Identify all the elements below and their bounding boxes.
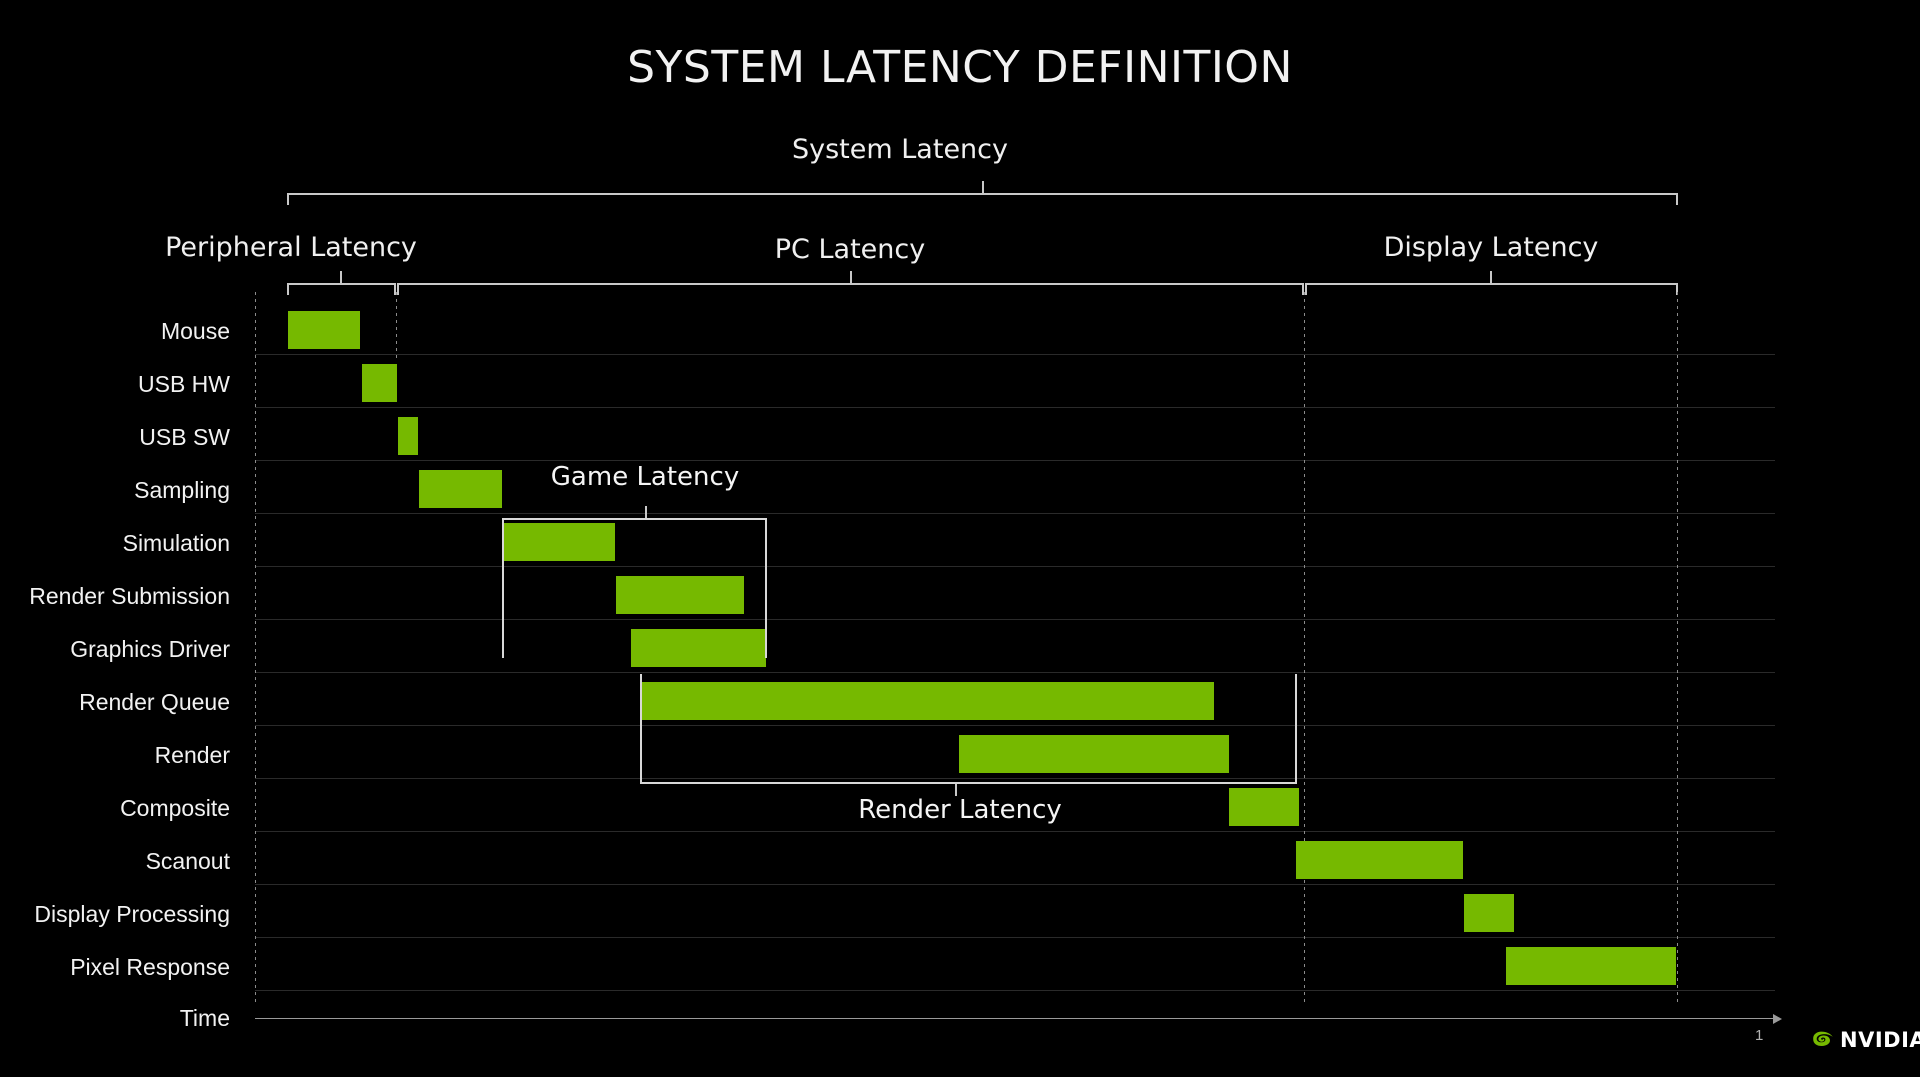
bar-mouse [288,311,360,349]
nvidia-logo: NVIDIA [1812,1028,1920,1052]
row-label-render-queue: Render Queue [79,689,230,715]
gridline [255,672,1775,673]
group-label-peripheral-latency: Peripheral Latency [165,232,417,263]
group-label-system-latency: System Latency [792,134,1008,165]
gridline [255,513,1775,514]
row-label-display-processing: Display Processing [34,901,230,927]
gridline [255,990,1775,991]
row-label-usb-sw: USB SW [139,424,230,450]
vgrid-peripheral-pc-boundary [396,292,397,360]
gridline [255,460,1775,461]
page-number: 1 [1755,1027,1764,1044]
gridline [255,407,1775,408]
row-label-scanout: Scanout [145,848,230,874]
time-axis-arrow [1773,1014,1782,1024]
vgrid-chart-start [255,292,256,1002]
nvidia-wordmark: NVIDIA [1840,1028,1920,1052]
bracket-pc-latency [397,283,1304,295]
row-label-time: Time [179,1005,230,1031]
nvidia-eye-icon [1812,1030,1834,1051]
row-label-render-submission: Render Submission [29,583,230,609]
bar-scanout [1296,841,1463,879]
bar-sampling [419,470,502,508]
gridline [255,354,1775,355]
row-label-simulation: Simulation [122,530,230,556]
gridline [255,884,1775,885]
row-label-pixel-response: Pixel Response [70,954,230,980]
bar-display-processing [1464,894,1514,932]
vgrid-pc-display-boundary [1304,292,1305,1002]
gridline [255,937,1775,938]
bracket-peripheral-latency [287,283,396,295]
bracket-tick-pc-latency [850,271,852,283]
group-label-display-latency: Display Latency [1383,232,1599,263]
bar-pixel-response [1506,947,1676,985]
bracket-tick-game-latency [645,506,647,518]
slide-canvas: SYSTEM LATENCY DEFINITION System Latency… [0,0,1920,1077]
bracket-system-latency [287,193,1678,205]
row-label-mouse: Mouse [160,318,230,344]
group-label-pc-latency: PC Latency [774,234,926,265]
bar-usb-sw [398,417,418,455]
bar-usb-hw [362,364,397,402]
row-label-usb-hw: USB HW [138,371,230,397]
row-label-composite: Composite [120,795,230,821]
time-axis-line [255,1018,1775,1019]
group-label-render-latency: Render Latency [858,795,1062,825]
bracket-display-latency [1305,283,1678,295]
gridline [255,831,1775,832]
row-label-render: Render [154,742,230,768]
page-title: SYSTEM LATENCY DEFINITION [627,42,1293,93]
bar-composite [1229,788,1299,826]
gridline [255,566,1775,567]
bracket-game-latency [502,518,767,658]
vgrid-chart-end [1677,292,1678,1002]
row-label-sampling: Sampling [134,477,230,503]
bracket-tick-system-latency [982,181,984,193]
gridline [255,619,1775,620]
bracket-render-latency [640,674,1297,784]
bracket-tick-display-latency [1490,271,1492,283]
group-label-game-latency: Game Latency [550,462,740,492]
row-label-graphics-driver: Graphics Driver [70,636,230,662]
bracket-tick-peripheral-latency [340,271,342,283]
